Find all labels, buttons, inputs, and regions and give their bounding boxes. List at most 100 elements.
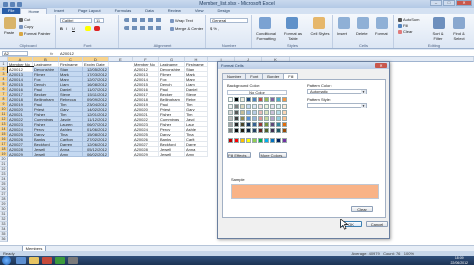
color-swatch[interactable] xyxy=(228,138,233,143)
wrap-text-button[interactable]: Wrap Text xyxy=(170,18,193,23)
color-swatch[interactable] xyxy=(240,116,245,121)
color-swatch[interactable] xyxy=(234,97,239,102)
color-swatch[interactable] xyxy=(270,110,275,115)
color-swatch[interactable] xyxy=(246,116,251,121)
color-swatch[interactable] xyxy=(246,128,251,133)
cell-styles-button[interactable]: Cell Styles xyxy=(308,31,332,36)
formula-input[interactable]: A20012 xyxy=(60,51,74,56)
copy-button[interactable]: Copy xyxy=(19,24,33,29)
color-swatch[interactable] xyxy=(270,116,275,121)
italic-button[interactable]: I xyxy=(66,26,67,31)
app-taskbar-icon[interactable] xyxy=(68,257,78,264)
pattern-style-select[interactable]: ▼ xyxy=(307,103,367,108)
color-swatch[interactable] xyxy=(264,116,269,121)
paste-icon[interactable] xyxy=(4,17,16,29)
color-swatch[interactable] xyxy=(234,110,239,115)
cancel-button[interactable]: Cancel xyxy=(366,221,388,227)
color-swatch[interactable] xyxy=(276,110,281,115)
color-swatch[interactable] xyxy=(276,138,281,143)
clock[interactable]: 18:09 22/06/2012 xyxy=(450,256,468,265)
color-swatch[interactable] xyxy=(252,97,257,102)
maximize-button[interactable]: □ xyxy=(443,0,455,6)
dialog-close-button[interactable]: ✕ xyxy=(375,63,387,68)
color-swatch[interactable] xyxy=(240,128,245,133)
format-table-icon[interactable] xyxy=(286,17,298,29)
paste-button[interactable]: Paste xyxy=(4,30,14,35)
color-swatch[interactable] xyxy=(246,97,251,102)
color-swatch[interactable] xyxy=(264,122,269,127)
justify-buttons-icon[interactable] xyxy=(124,26,164,30)
color-swatch[interactable] xyxy=(276,104,281,109)
folder-icon[interactable] xyxy=(29,257,39,264)
color-swatch[interactable] xyxy=(234,116,239,121)
more-colors-button[interactable]: More Colors... xyxy=(259,152,287,158)
color-swatch[interactable] xyxy=(252,122,257,127)
merge-center-button[interactable]: Merge & Center xyxy=(170,26,203,31)
color-swatch[interactable] xyxy=(276,97,281,102)
left-table-cell[interactable]: Amy xyxy=(59,152,83,157)
color-swatch[interactable] xyxy=(240,138,245,143)
format-painter-button[interactable]: Format Painter xyxy=(19,31,50,36)
conditional-formatting-icon[interactable] xyxy=(259,17,271,29)
underline-button[interactable]: U xyxy=(72,26,75,31)
color-swatch[interactable] xyxy=(228,122,233,127)
left-table-cell[interactable]: Jewell xyxy=(33,152,59,157)
close-button[interactable]: ✕ xyxy=(456,0,472,6)
clear-button[interactable]: Clear xyxy=(398,29,413,34)
sort-filter-icon[interactable] xyxy=(433,17,445,29)
left-table-cell[interactable]: A20029 xyxy=(8,152,33,157)
color-swatch[interactable] xyxy=(240,122,245,127)
fx-label[interactable]: fx xyxy=(50,51,53,56)
find-select-button[interactable]: Find & Select xyxy=(449,31,469,41)
delete-cells-icon[interactable] xyxy=(357,17,369,29)
sort-filter-button[interactable]: Sort & Filter xyxy=(428,31,448,41)
number-format-select[interactable]: General xyxy=(210,18,248,23)
ie-icon[interactable] xyxy=(16,257,26,264)
color-swatch[interactable] xyxy=(246,122,251,127)
color-swatch[interactable] xyxy=(264,138,269,143)
color-swatch[interactable] xyxy=(282,116,287,121)
color-swatch[interactable] xyxy=(282,97,287,102)
minimize-button[interactable]: – xyxy=(430,0,442,6)
bold-button[interactable]: B xyxy=(60,26,63,31)
row-header-36[interactable]: 36 xyxy=(0,237,8,242)
color-swatch[interactable] xyxy=(252,128,257,133)
find-select-icon[interactable] xyxy=(453,17,465,29)
color-swatch[interactable] xyxy=(228,104,233,109)
format-cells-icon[interactable] xyxy=(376,17,388,29)
color-swatch[interactable] xyxy=(252,116,257,121)
cell-styles-icon[interactable] xyxy=(313,17,325,29)
clear-fill-button[interactable]: Clear xyxy=(351,206,373,212)
color-swatch[interactable] xyxy=(228,110,233,115)
color-swatch[interactable] xyxy=(270,122,275,127)
insert-cells-button[interactable]: Insert xyxy=(337,31,347,36)
color-swatch[interactable] xyxy=(270,97,275,102)
color-swatch[interactable] xyxy=(258,97,263,102)
font-name-select[interactable]: Calibri xyxy=(60,18,92,23)
color-swatch[interactable] xyxy=(252,138,257,143)
color-swatch[interactable] xyxy=(246,110,251,115)
pattern-color-select[interactable]: Automatic ▼ xyxy=(307,89,367,94)
media-player-icon[interactable] xyxy=(42,257,52,264)
color-swatch[interactable] xyxy=(228,128,233,133)
color-swatch[interactable] xyxy=(282,138,287,143)
color-swatch[interactable] xyxy=(264,110,269,115)
insert-cells-icon[interactable] xyxy=(338,17,350,29)
conditional-formatting-button[interactable]: Conditional Formatting xyxy=(254,31,278,41)
color-swatch[interactable] xyxy=(234,138,239,143)
color-swatch[interactable] xyxy=(270,104,275,109)
color-swatch[interactable] xyxy=(264,128,269,133)
font-size-select[interactable]: 11 xyxy=(94,18,104,23)
color-swatch[interactable] xyxy=(258,110,263,115)
color-swatch[interactable] xyxy=(228,97,233,102)
color-swatch[interactable] xyxy=(282,122,287,127)
color-swatch[interactable] xyxy=(270,138,275,143)
color-swatch[interactable] xyxy=(258,138,263,143)
right-table-cell[interactable]: A20029 xyxy=(133,152,159,157)
color-swatch[interactable] xyxy=(276,128,281,133)
color-swatch[interactable] xyxy=(246,138,251,143)
color-swatch[interactable] xyxy=(252,104,257,109)
font-color-icon[interactable] xyxy=(94,26,100,31)
right-table-cell[interactable]: Jewell xyxy=(159,152,185,157)
format-as-table-button[interactable]: Format as Table xyxy=(281,31,305,41)
